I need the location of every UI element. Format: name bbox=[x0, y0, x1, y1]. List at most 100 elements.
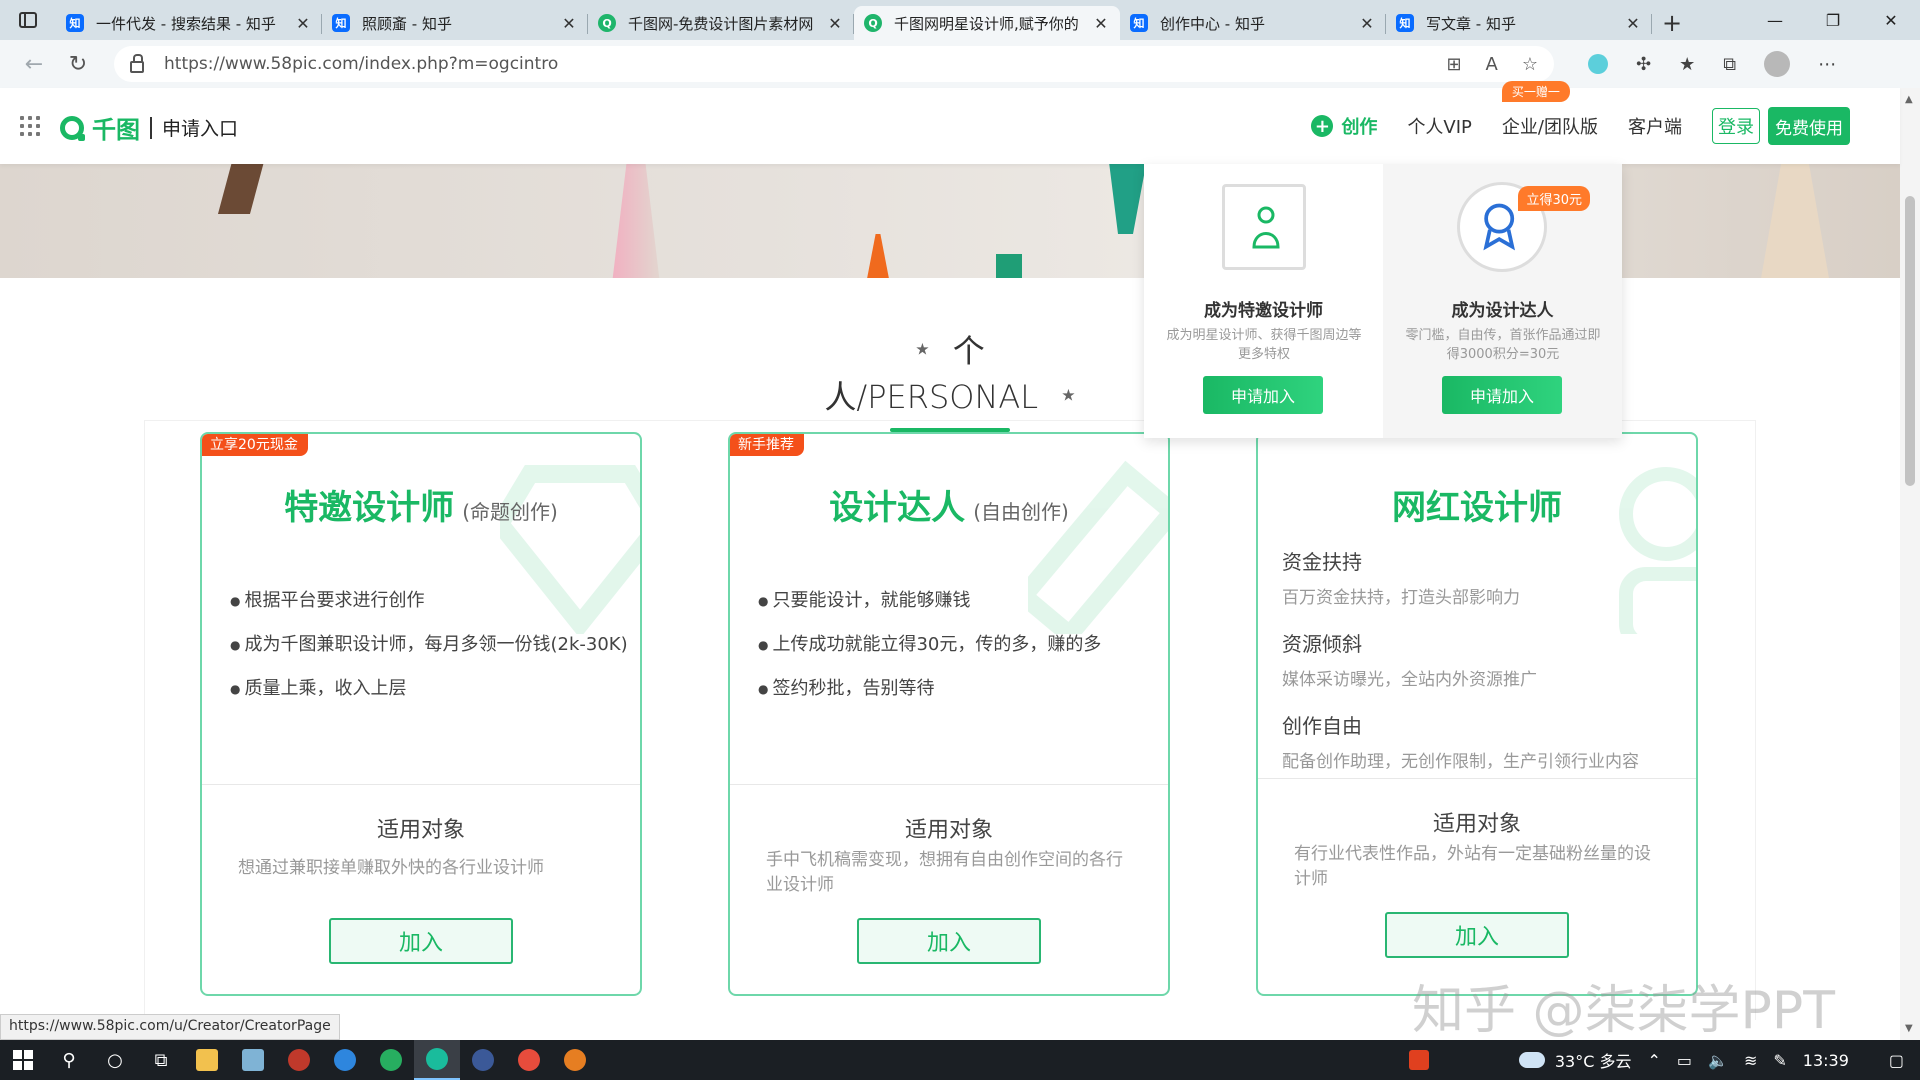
zhihu-icon: 知 bbox=[1396, 14, 1414, 32]
tab-title: 千图网明星设计师,赋予你的 bbox=[894, 14, 1079, 33]
tab-actions-icon[interactable] bbox=[0, 0, 56, 40]
close-tab-icon[interactable]: ✕ bbox=[560, 14, 578, 33]
scrollbar-thumb[interactable] bbox=[1905, 196, 1915, 486]
card-bullets: 只要能设计，就能够赚钱 上传成功就能立得30元，传的多，赚的多 签约秒批，告别等… bbox=[758, 586, 1101, 718]
ie-icon[interactable] bbox=[322, 1040, 368, 1080]
chevron-up-icon[interactable]: ⌃ bbox=[1648, 1051, 1661, 1070]
target-title: 适用对象 bbox=[376, 818, 465, 843]
pen-icon[interactable]: ✎ bbox=[1773, 1051, 1786, 1070]
read-aloud-icon[interactable]: A bbox=[1486, 54, 1498, 75]
card-bullets: 根据平台要求进行创作 成为千图兼职设计师，每月多领一份钱(2k-30K) 质量上… bbox=[230, 586, 628, 718]
address-bar: ← ↻ https://www.58pic.com/index.php?m=og… bbox=[0, 40, 1920, 88]
apply-join-button[interactable]: 申请加入 bbox=[1442, 376, 1562, 414]
team-link[interactable]: 买一赠一 企业/团队版 bbox=[1501, 81, 1598, 139]
site-logo[interactable]: 千图 申请入口 bbox=[60, 110, 238, 145]
profile-avatar[interactable] bbox=[1764, 51, 1791, 77]
close-window-icon[interactable]: ✕ bbox=[1862, 0, 1920, 40]
extension-icon[interactable] bbox=[1588, 54, 1608, 74]
firefox-icon[interactable] bbox=[552, 1040, 598, 1080]
target-title: 适用对象 bbox=[904, 818, 993, 843]
search-icon[interactable]: ⚲ bbox=[46, 1040, 92, 1080]
card-title: 特邀设计师 (命题创作) bbox=[284, 488, 558, 528]
back-icon[interactable]: ← bbox=[12, 44, 56, 84]
app-icon[interactable] bbox=[368, 1040, 414, 1080]
scroll-up-icon[interactable]: ▲ bbox=[1905, 94, 1913, 105]
apply-join-button[interactable]: 申请加入 bbox=[1203, 376, 1323, 414]
chrome-icon[interactable] bbox=[506, 1040, 552, 1080]
browser-tab[interactable]: 知 写文章 - 知乎 ✕ bbox=[1386, 6, 1652, 40]
card-title: 设计达人 (自由创作) bbox=[829, 488, 1069, 528]
feature-list: 资金扶持 百万资金扶持，打造头部影响力 资源倾斜 媒体采访曝光，全站内外资源推广… bbox=[1282, 546, 1682, 792]
card-divider bbox=[730, 784, 1168, 785]
join-button[interactable]: 加入 bbox=[857, 918, 1041, 964]
apps-grid-icon[interactable] bbox=[20, 116, 40, 136]
join-button[interactable]: 加入 bbox=[329, 918, 513, 964]
zhihu-icon: 知 bbox=[332, 14, 350, 32]
battery-icon[interactable]: ▭ bbox=[1677, 1051, 1692, 1070]
tab-title: 一件代发 - 搜索结果 - 知乎 bbox=[96, 14, 276, 33]
feature-desc: 配备创作助理，无创作限制，生产引领行业内容 bbox=[1282, 752, 1639, 772]
wps-icon[interactable] bbox=[1408, 1050, 1429, 1070]
tab-title: 千图网-免费设计图片素材网 bbox=[628, 14, 814, 33]
more-icon[interactable]: ⋯ bbox=[1818, 54, 1836, 75]
join-button[interactable]: 加入 bbox=[1385, 912, 1569, 958]
login-button[interactable]: 登录 bbox=[1712, 108, 1760, 144]
list-item: 根据平台要求进行创作 bbox=[230, 586, 628, 612]
close-tab-icon[interactable]: ✕ bbox=[294, 14, 312, 33]
lock-icon bbox=[130, 53, 144, 73]
dropdown-option-expert[interactable]: 立得30元 成为设计达人 零门槛，自由传，首张作品通过即得3000积分=30元 … bbox=[1383, 164, 1622, 438]
restore-icon[interactable]: ❐ bbox=[1804, 0, 1862, 40]
app-icon[interactable] bbox=[460, 1040, 506, 1080]
list-item: 上传成功就能立得30元，传的多，赚的多 bbox=[758, 630, 1101, 656]
close-tab-icon[interactable]: ✕ bbox=[826, 14, 844, 33]
volume-icon[interactable]: 🔈 bbox=[1708, 1051, 1728, 1070]
favorites-icon[interactable]: ★ bbox=[1679, 54, 1695, 75]
tab-title: 创作中心 - 知乎 bbox=[1160, 14, 1265, 33]
app-icon[interactable] bbox=[230, 1040, 276, 1080]
favorite-add-icon[interactable]: ☆ bbox=[1522, 54, 1538, 75]
vip-link[interactable]: 个人VIP bbox=[1407, 113, 1471, 139]
minimize-icon[interactable]: — bbox=[1746, 0, 1804, 40]
card-design-expert: 新手推荐 设计达人(自由创作) 只要能设计，就能够赚钱 上传成功就能立得30元，… bbox=[728, 432, 1170, 996]
task-view-icon[interactable]: ⧉ bbox=[138, 1040, 184, 1080]
start-icon[interactable] bbox=[0, 1040, 46, 1080]
free-use-button[interactable]: 免费使用 bbox=[1768, 107, 1850, 145]
cortana-icon[interactable]: ○ bbox=[92, 1040, 138, 1080]
url-box[interactable]: https://www.58pic.com/index.php?m=ogcint… bbox=[114, 46, 1554, 82]
browser-tab-active[interactable]: Q 千图网明星设计师,赋予你的 ✕ bbox=[854, 6, 1120, 40]
close-tab-icon[interactable]: ✕ bbox=[1358, 14, 1376, 33]
page-scrollbar[interactable]: ▲ ▼ bbox=[1900, 88, 1920, 1040]
zhihu-icon: 知 bbox=[66, 14, 84, 32]
new-tab-button[interactable]: + bbox=[1652, 6, 1692, 40]
collections-icon[interactable]: ⧉ bbox=[1723, 54, 1736, 75]
client-link[interactable]: 客户端 bbox=[1628, 113, 1682, 139]
url-text[interactable]: https://www.58pic.com/index.php?m=ogcint… bbox=[164, 54, 1446, 74]
extensions-puzzle-icon[interactable]: ✣ bbox=[1636, 54, 1651, 75]
window-controls: — ❐ ✕ bbox=[1746, 0, 1920, 40]
notifications-icon[interactable]: ▢ bbox=[1889, 1051, 1904, 1070]
dropdown-option-invited[interactable]: 成为特邀设计师 成为明星设计师、获得千图周边等更多特权 申请加入 bbox=[1144, 164, 1383, 438]
apps-icon[interactable]: ⊞ bbox=[1446, 54, 1461, 75]
zhihu-icon: 知 bbox=[1130, 14, 1148, 32]
close-tab-icon[interactable]: ✕ bbox=[1092, 14, 1110, 33]
close-tab-icon[interactable]: ✕ bbox=[1624, 14, 1642, 33]
weather-text[interactable]: 33°C 多云 bbox=[1555, 1048, 1632, 1072]
target-desc: 想通过兼职接单赚取外快的各行业设计师 bbox=[238, 858, 544, 878]
browser-tab[interactable]: Q 千图网-免费设计图片素材网 ✕ bbox=[588, 6, 854, 40]
scroll-down-icon[interactable]: ▼ bbox=[1905, 1023, 1913, 1034]
edge-icon[interactable] bbox=[414, 1040, 460, 1080]
browser-tab[interactable]: 知 创作中心 - 知乎 ✕ bbox=[1120, 6, 1386, 40]
plus-circle-icon: + bbox=[1311, 115, 1334, 137]
file-explorer-icon[interactable] bbox=[184, 1040, 230, 1080]
refresh-icon[interactable]: ↻ bbox=[56, 44, 100, 84]
team-promo-badge: 买一赠一 bbox=[1501, 81, 1570, 102]
browser-tab[interactable]: 知 照顾齑 - 知乎 ✕ bbox=[322, 6, 588, 40]
create-link[interactable]: + 创作 bbox=[1311, 113, 1377, 139]
feature-heading: 资源倾斜 bbox=[1282, 632, 1362, 656]
network-icon[interactable]: ≋ bbox=[1744, 1051, 1757, 1070]
feature-desc: 媒体采访曝光，全站内外资源推广 bbox=[1282, 670, 1537, 690]
browser-tab[interactable]: 知 一件代发 - 搜索结果 - 知乎 ✕ bbox=[56, 6, 322, 40]
app-icon[interactable] bbox=[276, 1040, 322, 1080]
dropdown-desc: 成为明星设计师、获得千图周边等更多特权 bbox=[1166, 328, 1362, 362]
clock-time[interactable]: 13:39 bbox=[1803, 1051, 1849, 1070]
